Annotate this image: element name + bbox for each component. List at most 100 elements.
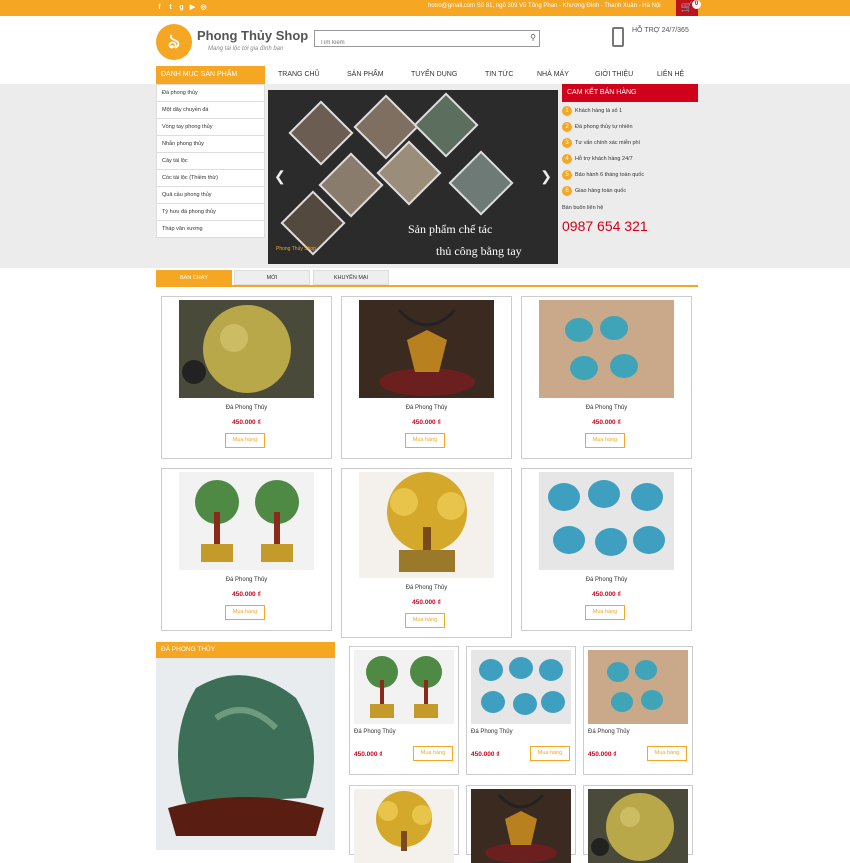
buy-button[interactable]: Mua hàng	[225, 433, 265, 448]
category-item[interactable]: Nhẫn phong thủy	[157, 136, 264, 153]
product-name[interactable]: Đá Phong Thủy	[588, 729, 630, 735]
product-image-art	[471, 650, 571, 724]
cart-count-badge: 0	[692, 0, 701, 9]
product-card[interactable]: Đá Phong Thủy 450.000 ₫ Mua hàng	[341, 468, 512, 638]
nav-factory[interactable]: NHÀ MÁY	[537, 71, 569, 78]
product-image-art	[471, 789, 571, 863]
product-price: 450.000 ₫	[354, 751, 383, 758]
product-image[interactable]	[354, 789, 454, 863]
category-item[interactable]: Đá phong thủy	[157, 85, 264, 102]
product-image[interactable]	[539, 300, 674, 398]
product-image[interactable]	[354, 650, 454, 724]
product-image[interactable]	[359, 472, 494, 578]
hotline-label: Bán buôn liên hệ	[562, 205, 604, 211]
buy-button[interactable]: Mua hàng	[585, 433, 625, 448]
category-item[interactable]: Quả cầu phong thủy	[157, 187, 264, 204]
instagram-icon[interactable]: ◎	[199, 3, 208, 12]
logo-name[interactable]: Phong Thủy Shop	[197, 28, 308, 43]
commitment-item: 6 Giao hàng toàn quốc	[562, 184, 626, 198]
product-name[interactable]: Đá Phong Thủy	[342, 405, 511, 411]
product-image[interactable]	[179, 472, 314, 570]
buy-button[interactable]: Mua hàng	[225, 605, 265, 620]
nav-products[interactable]: SẢN PHẨM	[347, 71, 384, 78]
logo-tagline: Mang tài lộc tới gia đình bạn	[208, 46, 284, 52]
contact-info: hotro@gmail.com Số 81, ngõ 309 Vũ Tông P…	[428, 3, 661, 9]
buy-button[interactable]: Mua hàng	[530, 746, 570, 761]
product-image-art	[539, 300, 674, 398]
product-name[interactable]: Đá Phong Thủy	[162, 577, 331, 583]
facebook-icon[interactable]: f	[155, 3, 164, 12]
category-item[interactable]: Cóc tài lộc (Thiềm thừ)	[157, 170, 264, 187]
product-image[interactable]	[179, 300, 314, 398]
slider-photo	[288, 100, 354, 166]
slider-next-icon[interactable]: ❯	[540, 168, 552, 185]
youtube-icon[interactable]: ▶	[188, 3, 197, 12]
category-item[interactable]: Vòng tay phong thủy	[157, 119, 264, 136]
category-item[interactable]: Tháp văn xương	[157, 221, 264, 238]
product-name[interactable]: Đá Phong Thủy	[522, 405, 691, 411]
commitment-item: 5 Bảo hành 6 tháng toàn quốc	[562, 168, 644, 182]
twitter-icon[interactable]: t	[166, 3, 175, 12]
logo-icon[interactable]: ঌ	[156, 24, 192, 60]
small-product-card[interactable]	[349, 785, 459, 863]
product-image[interactable]	[588, 650, 688, 724]
category-menu-header[interactable]: DANH MỤC SẢN PHẨM	[156, 66, 265, 84]
product-image-art	[588, 789, 688, 863]
product-card[interactable]: Đá Phong Thủy 450.000 ₫ Mua hàng	[521, 296, 692, 459]
small-product-card[interactable]: Đá Phong Thủy 450.000 ₫ Mua hàng	[349, 646, 459, 775]
nav-contact[interactable]: LIÊN HỆ	[657, 71, 684, 78]
nav-news[interactable]: TIN TỨC	[485, 71, 513, 78]
tab-promotion[interactable]: KHUYẾN MẠI	[313, 270, 389, 285]
product-name[interactable]: Đá Phong Thủy	[162, 405, 331, 411]
product-image[interactable]	[588, 789, 688, 863]
hotline-number[interactable]: 0987 654 321	[562, 218, 648, 234]
category-item[interactable]: Tỳ hưu đá phong thủy	[157, 204, 264, 221]
product-name[interactable]: Đá Phong Thủy	[354, 729, 396, 735]
slider-caption: Sản phẩm chế tác	[408, 222, 493, 236]
product-image[interactable]	[471, 789, 571, 863]
nav-about[interactable]: GIỚI THIỆU	[595, 71, 633, 78]
sidebox-image[interactable]	[156, 658, 335, 850]
slider-prev-icon[interactable]: ❮	[274, 168, 286, 185]
category-item[interactable]: Cây tài lộc	[157, 153, 264, 170]
product-price: 450.000 ₫	[471, 751, 500, 758]
buy-button[interactable]: Mua hàng	[647, 746, 687, 761]
product-image-art	[539, 472, 674, 570]
google-plus-icon[interactable]: g	[177, 3, 186, 12]
commitment-item: 1 Khách hàng là số 1	[562, 104, 622, 118]
small-product-card[interactable]	[466, 785, 576, 863]
cart-button[interactable]: 🛒 0	[676, 0, 701, 16]
search-icon[interactable]: ⚲	[530, 33, 536, 42]
category-item[interactable]: Một dây chuyền đá	[157, 102, 264, 119]
product-card[interactable]: Đá Phong Thủy 450.000 ₫ Mua hàng	[161, 296, 332, 459]
small-product-card[interactable]: Đá Phong Thủy 450.000 ₫ Mua hàng	[466, 646, 576, 775]
tab-new[interactable]: MỚI	[234, 270, 310, 285]
product-name[interactable]: Đá Phong Thủy	[522, 577, 691, 583]
product-name[interactable]: Đá Phong Thủy	[471, 729, 513, 735]
commitment-title: CAM KẾT BÁN HÀNG	[562, 84, 698, 102]
product-image-art	[179, 472, 314, 570]
nav-home[interactable]: TRANG CHỦ	[278, 71, 320, 78]
nav-recruitment[interactable]: TUYỂN DỤNG	[411, 71, 457, 78]
product-card[interactable]: Đá Phong Thủy 450.000 ₫ Mua hàng	[161, 468, 332, 631]
product-card[interactable]: Đá Phong Thủy 450.000 ₫ Mua hàng	[341, 296, 512, 459]
tab-best-selling[interactable]: BÁN CHẠY	[156, 270, 232, 285]
mobile-phone-icon	[612, 27, 624, 47]
small-product-card[interactable]: Đá Phong Thủy 450.000 ₫ Mua hàng	[583, 646, 693, 775]
product-image[interactable]	[539, 472, 674, 570]
product-card[interactable]: Đá Phong Thủy 450.000 ₫ Mua hàng	[521, 468, 692, 631]
sidebox-title[interactable]: ĐÁ PHONG THỦY	[156, 642, 335, 658]
hero-slider[interactable]: ❮ ❯ Sản phẩm chế tác thủ công bằng tay P…	[268, 90, 558, 264]
buy-button[interactable]: Mua hàng	[413, 746, 453, 761]
slider-logo: Phong Thủy Shop	[276, 246, 316, 252]
small-product-card[interactable]	[583, 785, 693, 863]
search-box: ⚲	[314, 30, 540, 51]
search-input[interactable]	[315, 35, 515, 51]
buy-button[interactable]: Mua hàng	[585, 605, 625, 620]
product-price: 450.000 ₫	[412, 419, 441, 426]
buy-button[interactable]: Mua hàng	[405, 613, 445, 628]
product-name[interactable]: Đá Phong Thủy	[342, 585, 511, 591]
product-image[interactable]	[359, 300, 494, 398]
product-image[interactable]	[471, 650, 571, 724]
buy-button[interactable]: Mua hàng	[405, 433, 445, 448]
